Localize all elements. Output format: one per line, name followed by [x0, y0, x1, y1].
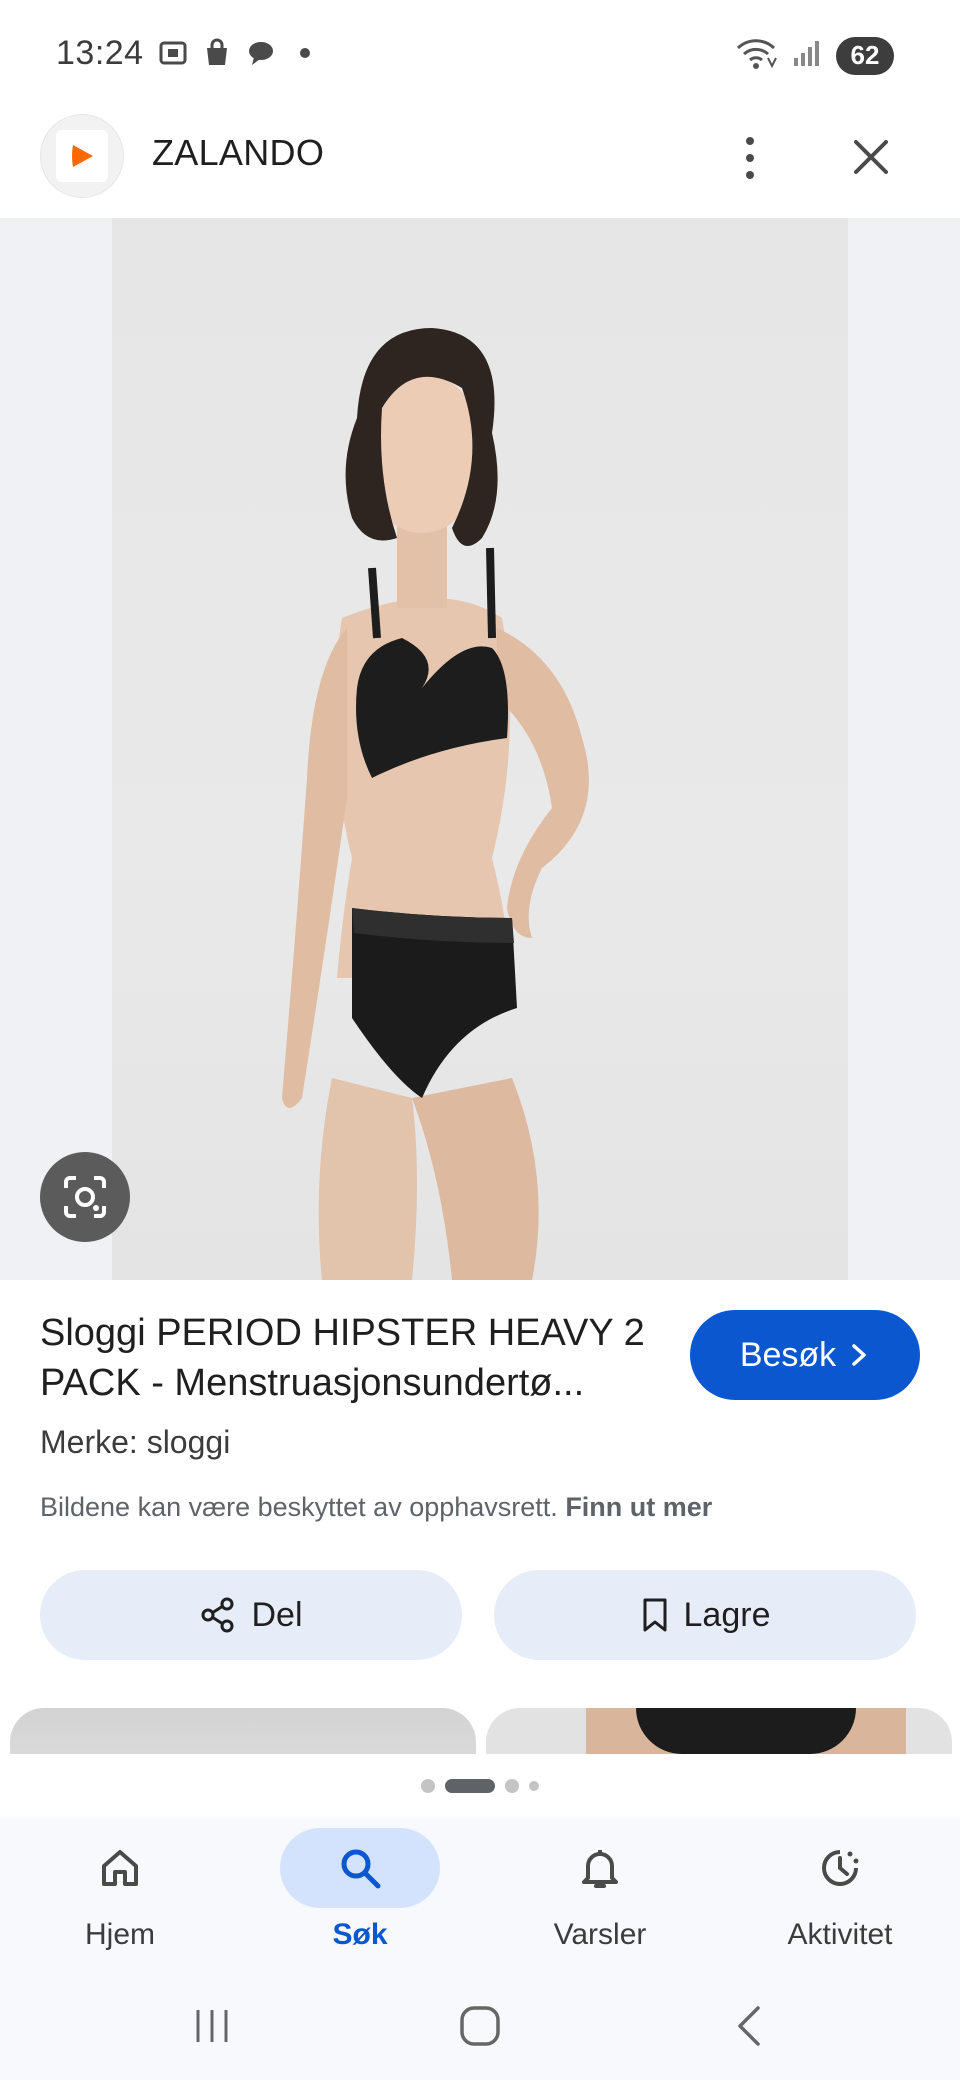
chat-icon	[246, 38, 276, 68]
page-dot	[505, 1779, 519, 1793]
back-button[interactable]	[720, 1996, 780, 2056]
app-header: ZALANDO	[0, 110, 960, 218]
google-lens-button[interactable]	[40, 1152, 130, 1242]
nav-activity[interactable]: Aktivitet	[740, 1828, 940, 1964]
bookmark-icon	[643, 1598, 667, 1632]
close-button[interactable]	[846, 132, 896, 182]
back-icon	[738, 2006, 760, 2046]
home-square-icon	[460, 2006, 500, 2046]
save-label: Lagre	[683, 1595, 771, 1634]
visit-label: Besøk	[739, 1335, 837, 1374]
system-navigation-bar	[0, 1970, 960, 2080]
signal-icon	[792, 38, 822, 73]
save-button[interactable]: Lagre	[494, 1570, 916, 1660]
site-title: ZALANDO	[152, 132, 325, 173]
bell-icon	[582, 1850, 618, 1888]
close-icon	[854, 140, 888, 174]
copyright-notice: Bildene kan være beskyttet av opphavsret…	[40, 1492, 712, 1523]
nav-search[interactable]: Søk	[260, 1828, 460, 1964]
chevron-right-icon	[852, 1344, 866, 1366]
page-dot-active	[445, 1779, 495, 1793]
nav-activity-label: Aktivitet	[787, 1918, 893, 1951]
home-icon	[102, 1850, 138, 1886]
nav-notifications-label: Varsler	[553, 1918, 647, 1951]
status-time: 13:24	[56, 34, 144, 72]
nav-home-label: Hjem	[84, 1918, 155, 1951]
related-image-card[interactable]	[10, 1708, 476, 1754]
nav-search-label: Søk	[332, 1918, 388, 1951]
nav-notifications[interactable]: Varsler	[500, 1828, 700, 1964]
home-system-button[interactable]	[450, 1996, 510, 2056]
image-preview-area	[0, 218, 960, 1280]
copyright-text: Bildene kan være beskyttet av opphavsret…	[40, 1492, 558, 1522]
page-dot	[421, 1779, 435, 1793]
share-button[interactable]: Del	[40, 1570, 462, 1660]
product-image[interactable]	[112, 218, 848, 1280]
nav-home[interactable]: Hjem	[20, 1828, 220, 1964]
related-image-card[interactable]	[486, 1708, 952, 1754]
recent-apps-icon	[196, 2010, 228, 2042]
bottom-navigation: Hjem Søk Varsler Aktivitet	[0, 1818, 960, 1970]
page-dot	[529, 1781, 539, 1791]
more-vert-icon	[746, 137, 754, 145]
product-title[interactable]: Sloggi PERIOD HIPSTER HEAVY 2 PACK - Men…	[40, 1308, 670, 1408]
lens-icon	[64, 1176, 106, 1218]
learn-more-link[interactable]: Finn ut mer	[565, 1492, 712, 1522]
visit-button[interactable]: Besøk	[690, 1310, 920, 1400]
share-icon	[201, 1597, 234, 1633]
zalando-logo-icon	[72, 145, 93, 167]
site-favicon	[40, 114, 124, 198]
notification-icons	[158, 38, 320, 68]
battery-indicator: 62	[836, 36, 894, 75]
model-illustration	[282, 328, 589, 1280]
share-label: Del	[251, 1595, 303, 1634]
more-options-button[interactable]	[730, 128, 770, 188]
system-status-icons: 62	[734, 36, 894, 75]
search-icon	[341, 1849, 381, 1889]
brand-label: Merke: sloggi	[40, 1424, 231, 1460]
activity-icon	[822, 1850, 859, 1886]
dot-indicator-icon	[290, 38, 320, 68]
wifi-icon	[734, 36, 778, 75]
recent-apps-button[interactable]	[182, 1996, 242, 2056]
screenshot-icon	[158, 38, 188, 68]
status-bar: 13:24 62	[0, 0, 960, 110]
shopping-bag-icon	[202, 38, 232, 68]
page-indicator	[0, 1776, 960, 1796]
related-images-strip	[0, 1708, 960, 1754]
